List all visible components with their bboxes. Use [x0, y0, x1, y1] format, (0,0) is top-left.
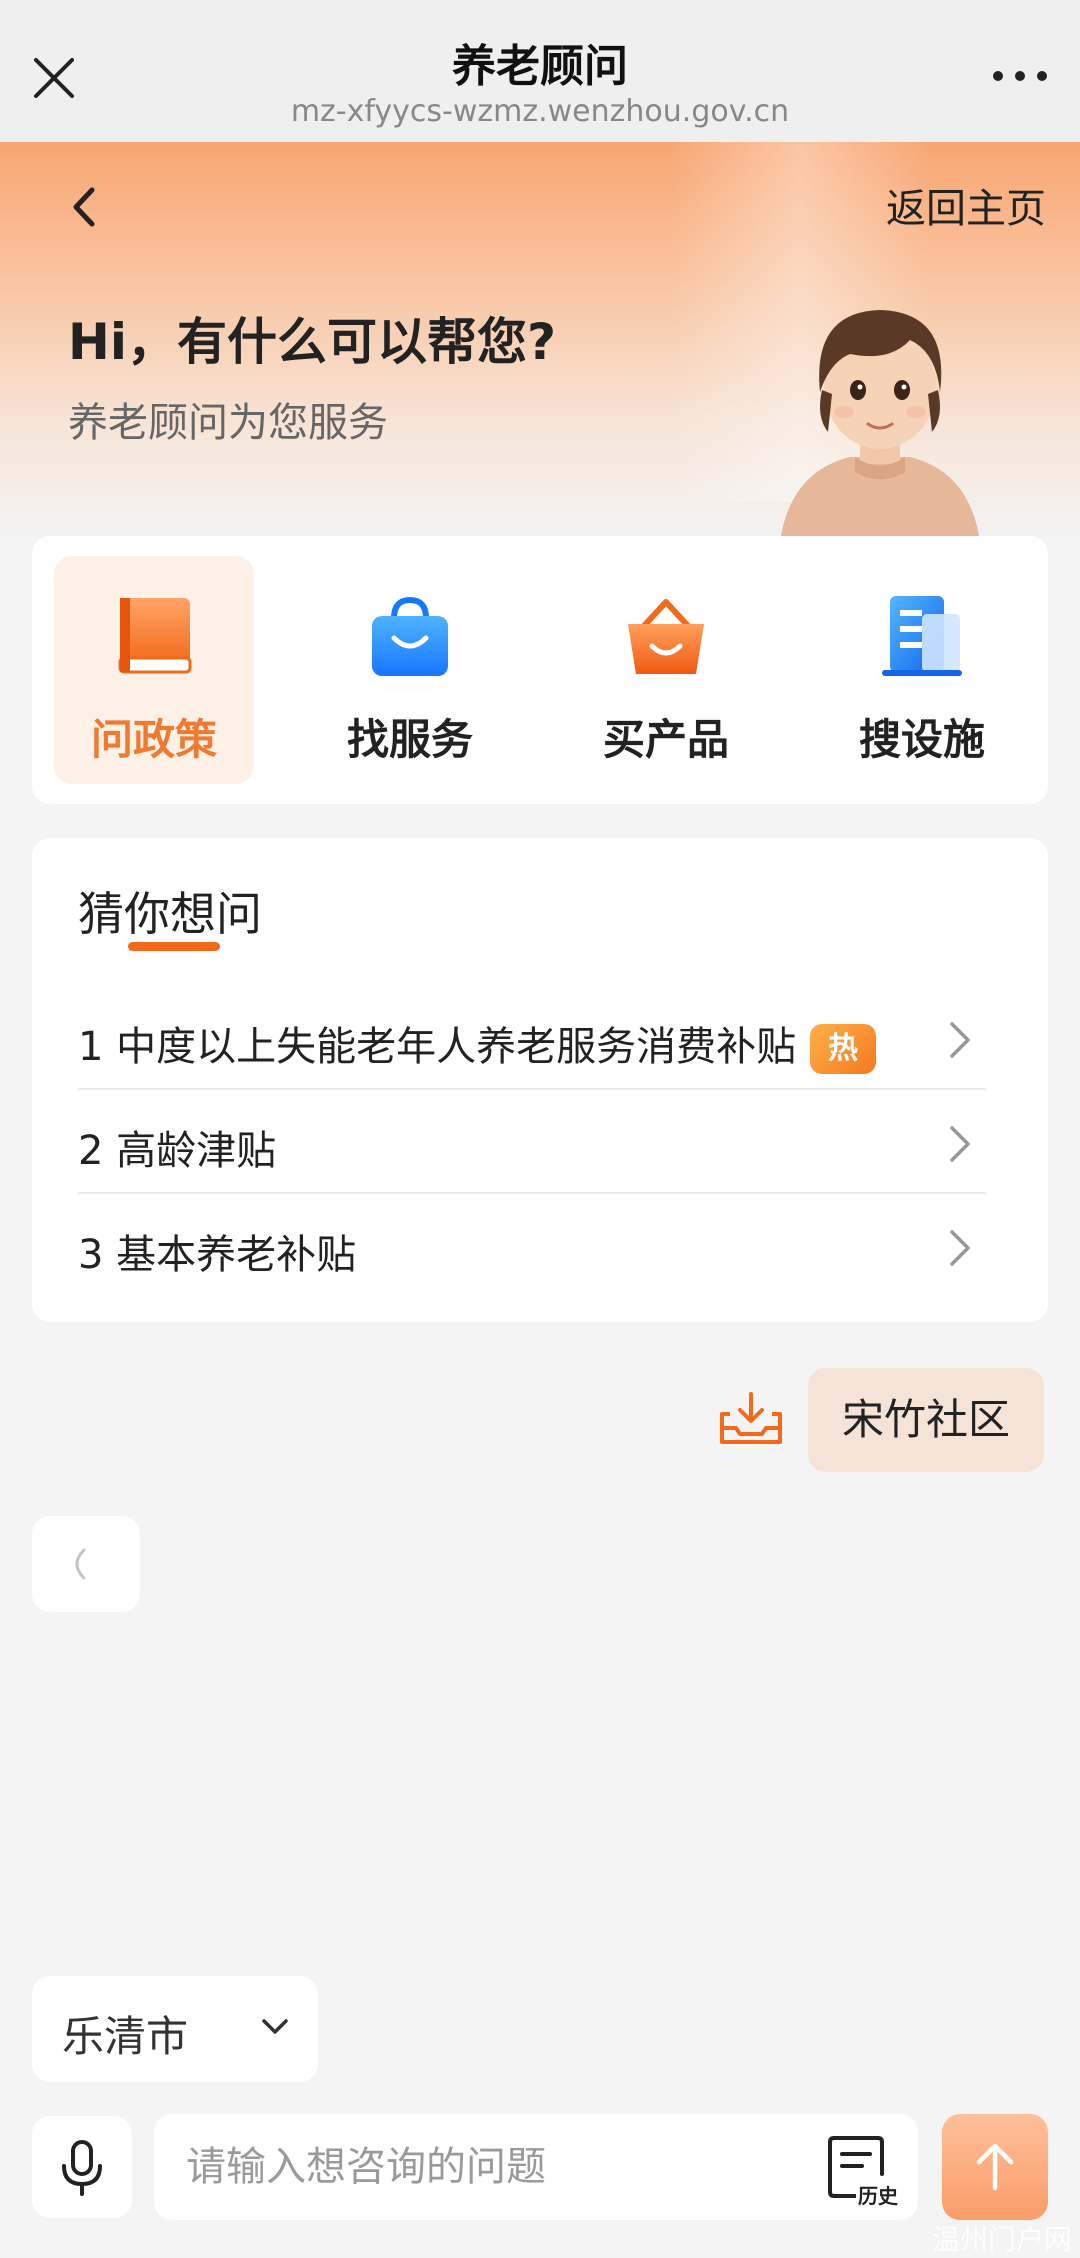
faq-card: 猜你想问 1 中度以上失能老年人养老服务消费补贴热 2 高龄津贴 3 基本养老补…	[32, 838, 1048, 1322]
hot-badge: 热	[810, 1024, 877, 1074]
watermark: 温州门户网	[931, 2223, 1072, 2256]
hero-banner: 返回主页 Hi，有什么可以帮您? 养老顾问为您服务	[0, 142, 1080, 542]
faq-item-text-wrap: 1 中度以上失能老年人养老服务消费补贴热	[78, 1014, 877, 1074]
send-button[interactable]	[942, 2114, 1048, 2220]
bag-icon	[372, 596, 448, 676]
book-icon	[118, 598, 192, 674]
history-label: 历史	[856, 2180, 900, 2209]
assistant-avatar	[780, 310, 980, 542]
assistant-loading-bubble	[32, 1516, 140, 1612]
category-label: 问政策	[90, 715, 217, 764]
faq-title: 猜你想问	[78, 887, 262, 941]
faq-item[interactable]: 1 中度以上失能老年人养老服务消费补贴热	[78, 986, 1032, 1090]
chevron-right-icon	[950, 1022, 970, 1058]
user-message-bubble: 宋竹社区	[808, 1368, 1044, 1472]
category-label: 买产品	[602, 715, 729, 764]
browser-top-bar: 养老顾问 mz-xfyycs-wzmz.wenzhou.gov.cn	[0, 0, 1080, 142]
category-facility[interactable]: 搜设施	[822, 556, 1022, 784]
home-link[interactable]: 返回主页	[886, 176, 1046, 234]
faq-item-text: 3 基本养老补贴	[78, 1232, 357, 1278]
page-url: mz-xfyycs-wzmz.wenzhou.gov.cn	[290, 94, 790, 129]
category-label: 搜设施	[858, 715, 985, 764]
chevron-right-icon	[950, 1230, 970, 1266]
hero-greeting: Hi，有什么可以帮您?	[68, 313, 556, 371]
faq-item[interactable]: 3 基本养老补贴	[78, 1194, 1032, 1298]
voice-input-button[interactable]	[32, 2116, 132, 2218]
faq-item-text: 2 高龄津贴	[78, 1128, 277, 1174]
loading-spinner-icon	[75, 1548, 86, 1580]
category-label: 找服务	[346, 715, 473, 764]
history-button[interactable]: 历史	[822, 2132, 902, 2210]
category-product[interactable]: 买产品	[566, 556, 766, 784]
up-arrow-icon	[976, 2143, 1014, 2191]
hero-subtitle: 养老顾问为您服务	[68, 400, 388, 446]
category-service[interactable]: 找服务	[310, 556, 510, 784]
faq-item[interactable]: 2 高龄津贴	[78, 1090, 1032, 1194]
more-icon[interactable]	[990, 66, 1050, 86]
category-policy[interactable]: 问政策	[54, 556, 254, 784]
chevron-right-icon	[950, 1126, 970, 1162]
faq-title-underline	[128, 942, 220, 951]
category-card: 问政策 找服务 买产品 搜设施	[32, 536, 1048, 804]
city-select-value: 乐清市	[62, 2012, 189, 2061]
city-select[interactable]: 乐清市	[32, 1976, 318, 2082]
download-tray-icon[interactable]	[718, 1392, 784, 1446]
basket-icon	[628, 599, 704, 674]
page-title: 养老顾问	[452, 41, 628, 92]
building-icon	[882, 596, 962, 676]
faq-item-text: 1 中度以上失能老年人养老服务消费补贴	[78, 1024, 797, 1070]
chevron-down-icon	[262, 2019, 288, 2034]
back-arrow-icon[interactable]	[66, 182, 106, 232]
chat-input[interactable]	[154, 2114, 918, 2220]
microphone-icon	[62, 2140, 102, 2196]
